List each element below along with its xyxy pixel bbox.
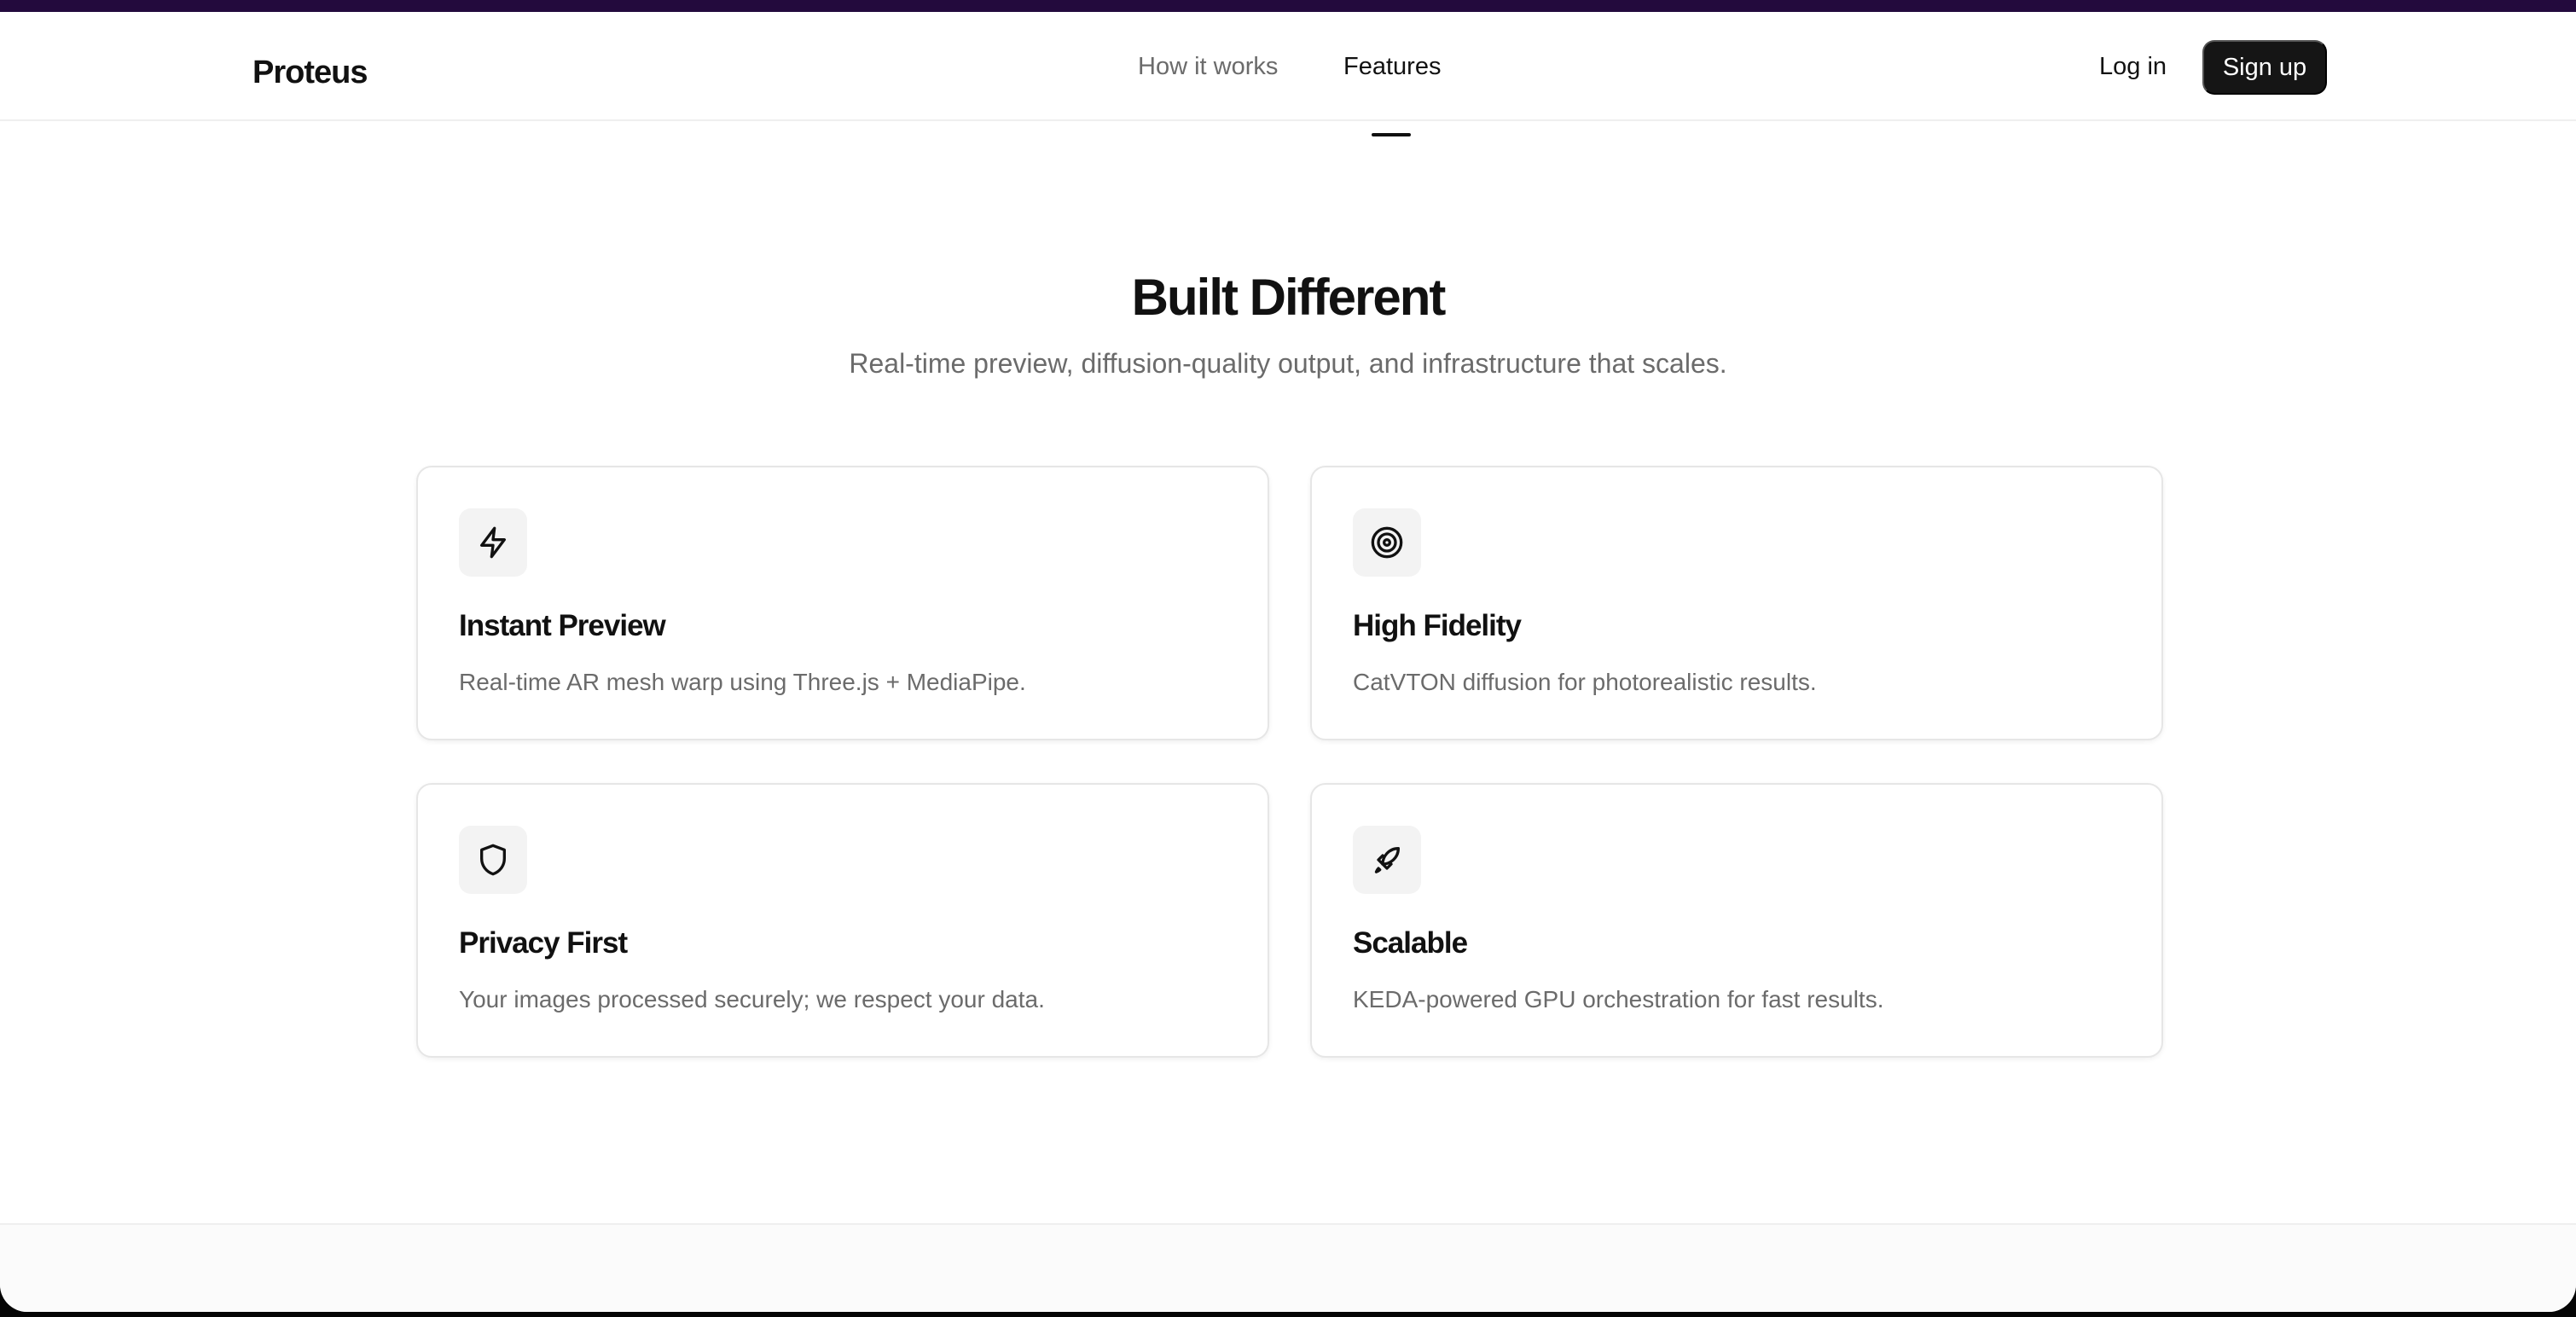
section-title: Built Different [1131,269,1447,326]
feature-card-high-fidelity: High Fidelity CatVTON diffusion for phot… [1310,466,2163,740]
feature-title: Privacy First [459,926,628,960]
feature-description: Your images processed securely; we respe… [459,986,1045,1012]
feature-title: High Fidelity [1353,609,1522,642]
login-link[interactable]: Log in [2099,53,2167,81]
lightning-icon [459,508,527,577]
feature-title: Scalable [1353,926,1468,960]
feature-description: KEDA-powered GPU orchestration for fast … [1353,986,1884,1012]
feature-card-privacy-first: Privacy First Your images processed secu… [416,783,1269,1058]
feature-description: CatVTON diffusion for photorealistic res… [1353,669,1817,695]
section-subtitle: Real-time preview, diffusion-quality out… [849,348,1727,379]
footer-strip [0,1223,2576,1312]
feature-card-instant-preview: Instant Preview Real-time AR mesh warp u… [416,466,1269,740]
browser-top-strip [0,0,2576,12]
feature-description: Real-time AR mesh warp using Three.js + … [459,669,1026,695]
nav-active-indicator [1372,133,1411,136]
feature-card-scalable: Scalable KEDA-powered GPU orchestration … [1310,783,2163,1058]
target-icon [1353,508,1421,577]
nav-link-features[interactable]: Features [1343,53,1441,81]
logo[interactable]: Proteus [252,55,368,91]
rocket-icon [1353,826,1421,894]
shield-icon [459,826,527,894]
page: Proteus How it works Features Log in Sig… [0,12,2576,1312]
nav-link-how-it-works[interactable]: How it works [1138,53,1278,81]
site-header: Proteus How it works Features Log in Sig… [0,12,2576,136]
feature-title: Instant Preview [459,609,666,642]
signup-button[interactable]: Sign up [2202,40,2327,95]
